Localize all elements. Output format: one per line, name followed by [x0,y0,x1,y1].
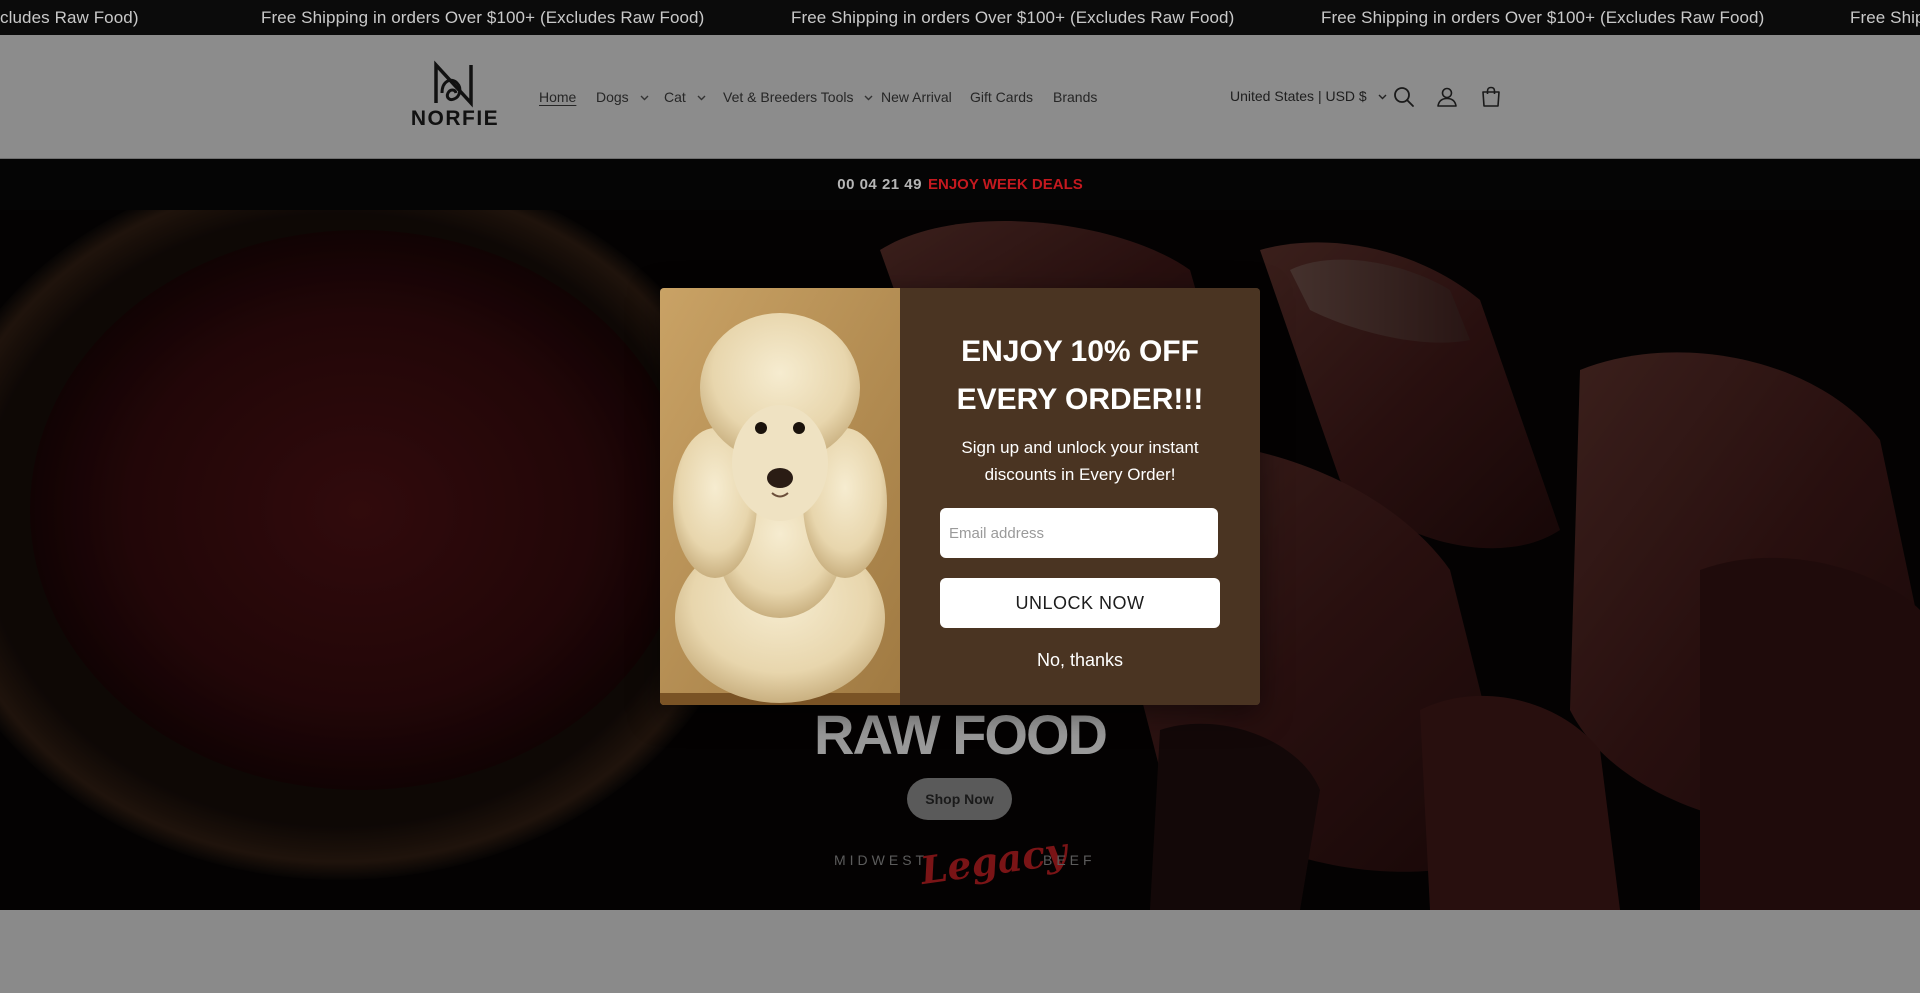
nav-new-arrival[interactable]: New Arrival [881,89,952,105]
nav-brands-label: Brands [1053,89,1098,105]
popup-subtitle: Sign up and unlock your instant discount… [950,434,1210,488]
nav-home[interactable]: Home [539,89,576,105]
announcement-text: Free Shipping in orders Over $100+ (Excl… [261,8,705,27]
norfie-logo[interactable]: NORFIE [409,59,501,133]
deal-text[interactable]: ENJOY WEEK DEALS [928,176,1083,193]
unlock-now-button[interactable]: UNLOCK NOW [940,578,1220,628]
announcement-text: Free Shipping [1850,8,1920,27]
chevron-down-icon [1378,94,1387,100]
brand-left-text: MIDWEST [834,852,929,868]
chevron-down-icon [864,95,873,101]
nav-gift-cards-label: Gift Cards [970,89,1034,105]
poodle-image [660,288,900,705]
email-field[interactable] [940,508,1218,558]
account-icon[interactable] [1435,85,1459,109]
nav-dogs-label: Dogs [596,89,629,105]
chevron-down-icon [640,95,649,101]
page-content-area [0,910,1920,993]
popup-title-line2: EVERY ORDER!!! [956,383,1204,416]
nav-cat-label: Cat [664,89,686,105]
cart-icon[interactable] [1479,85,1503,109]
nav-vet-label: Vet & Breeders Tools [723,89,854,105]
brand-logo: MIDWEST Legacy BEEF [0,828,1920,893]
search-icon[interactable] [1392,85,1416,109]
announcement-text: cludes Raw Food) [0,8,139,27]
nav-brands[interactable]: Brands [1053,89,1097,105]
popup-subtitle-line2: discounts in Every Order! [984,465,1176,484]
popup-subtitle-line1: Sign up and unlock your instant [961,438,1199,457]
chevron-down-icon [697,95,706,101]
popup-title-line1: ENJOY 10% OFF [961,335,1199,368]
deal-bar: 00 04 21 49 ENJOY WEEK DEALS [0,159,1920,210]
logo-wordmark: NORFIE [410,107,500,130]
announcement-text: Free Shipping in orders Over $100+ (Excl… [1321,8,1765,27]
nav-cat[interactable]: Cat [664,89,706,105]
nav-new-arrival-label: New Arrival [881,89,952,105]
popup-content: ENJOY 10% OFF EVERY ORDER!!! Sign up and… [900,288,1260,705]
brand-right-text: BEEF [1043,852,1096,868]
announcement-bar: cludes Raw Food) Free Shipping in orders… [0,0,1920,35]
nav-vet-breeders-tools[interactable]: Vet & Breeders Tools [723,89,873,105]
countdown-timer: 00 04 21 49 [837,176,922,193]
site-header: NORFIE Home Dogs Cat Vet & Breeders Tool… [0,35,1920,159]
announcement-text: Free Shipping in orders Over $100+ (Excl… [791,8,1235,27]
popup-title: ENJOY 10% OFF EVERY ORDER!!! [900,328,1260,424]
hero-title: RAW FOOD [814,703,1108,766]
no-thanks-link[interactable]: No, thanks [900,650,1260,671]
nav-home-label: Home [539,89,577,105]
shop-now-button[interactable]: Shop Now [907,778,1012,820]
currency-selector[interactable]: United States | USD $ [1230,88,1387,104]
discount-popup: ENJOY 10% OFF EVERY ORDER!!! Sign up and… [660,288,1260,705]
norfie-logo-mark [434,60,473,108]
currency-label: United States | USD $ [1230,88,1367,104]
nav-gift-cards[interactable]: Gift Cards [970,89,1033,105]
nav-dogs[interactable]: Dogs [596,89,649,105]
